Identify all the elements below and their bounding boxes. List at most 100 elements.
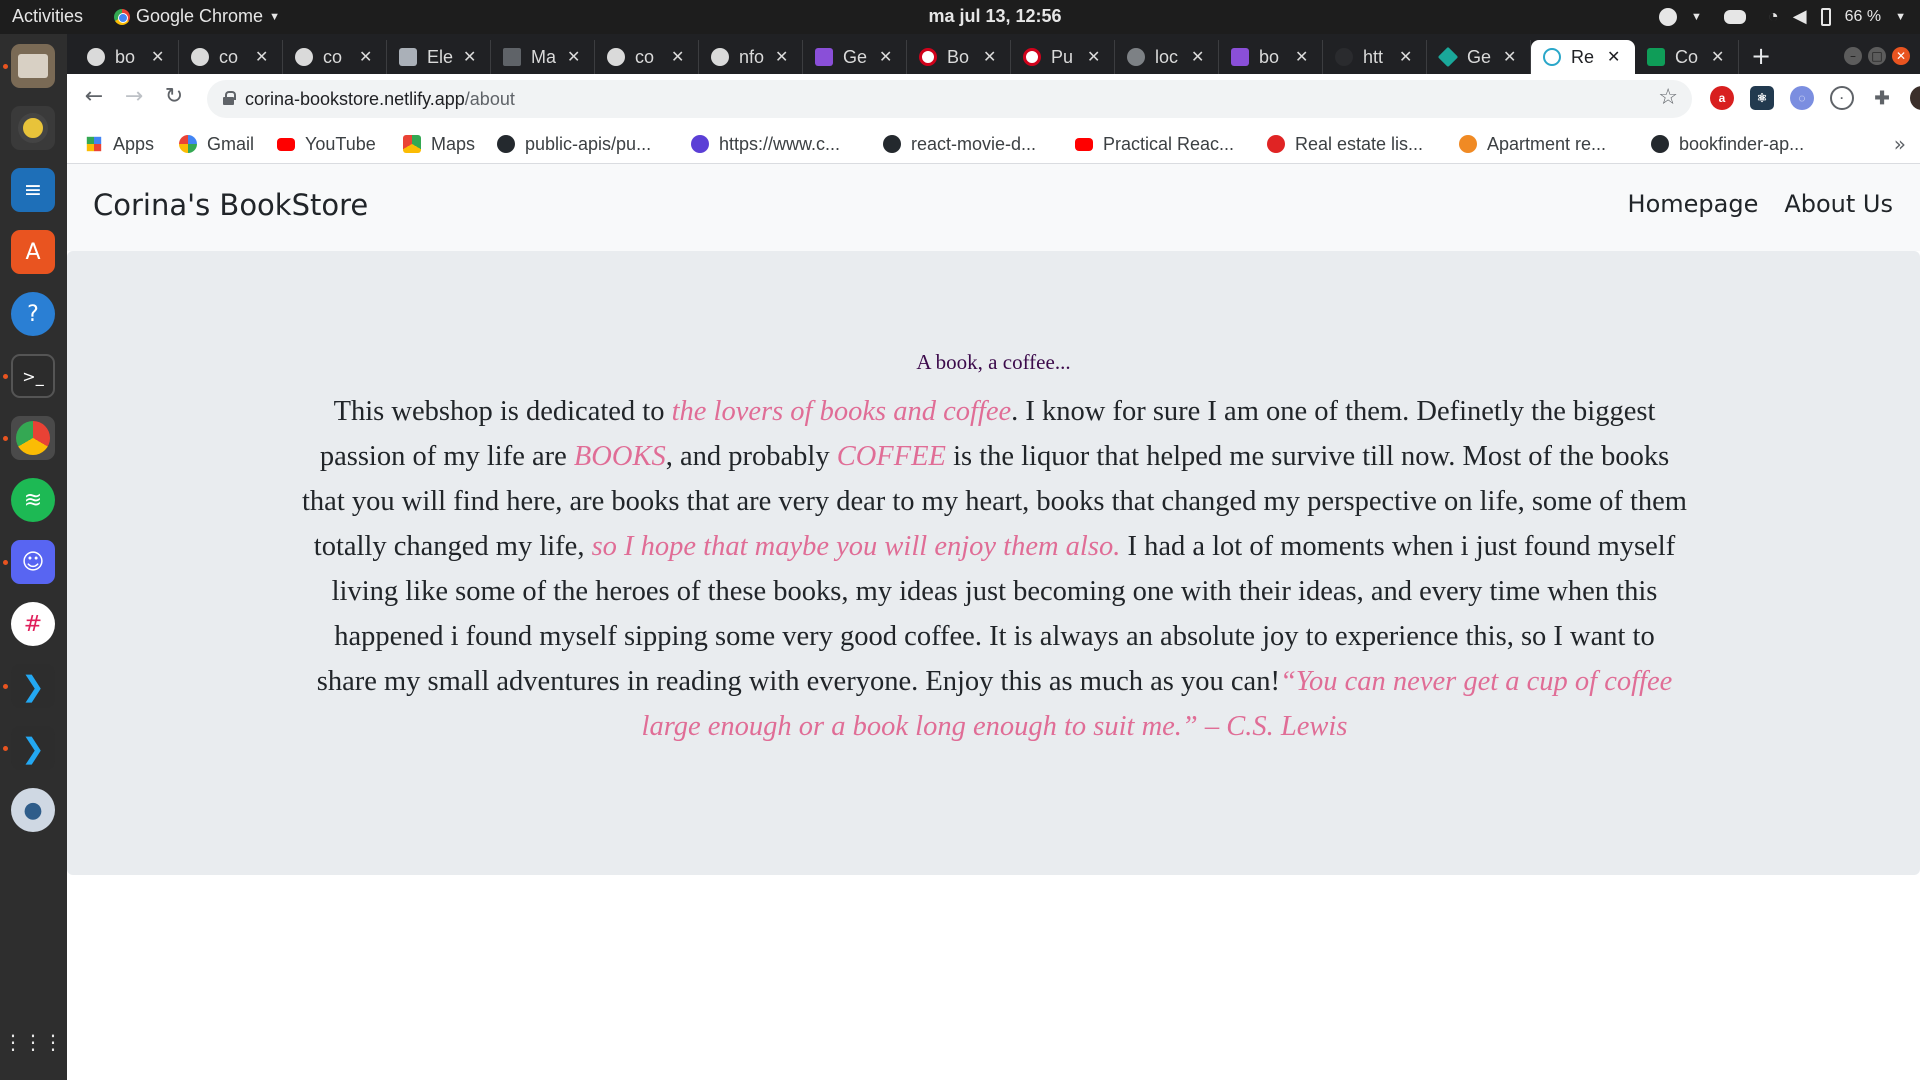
close-icon[interactable]: ✕ — [983, 47, 996, 67]
bookmark-real-estate[interactable]: Real estate lis... — [1267, 130, 1423, 158]
close-icon[interactable]: ✕ — [255, 47, 268, 67]
url-path: /about — [464, 89, 515, 109]
bookmark-label: react-movie-d... — [911, 133, 1037, 154]
browser-tab[interactable]: Ma ✕ — [491, 40, 595, 74]
bookmark-practical-react[interactable]: Practical Reac... — [1075, 130, 1234, 158]
browser-tab[interactable]: nfo ✕ — [699, 40, 803, 74]
browser-tab[interactable]: Ele ✕ — [387, 40, 491, 74]
forward-arrow-icon[interactable]: → — [119, 84, 149, 109]
close-icon[interactable]: ✕ — [359, 47, 372, 67]
puzzle-extensions-icon[interactable]: ✚ — [1870, 86, 1894, 110]
about-highlight: the lovers of books and coffee — [671, 396, 1012, 427]
browser-tab[interactable]: bo ✕ — [1219, 40, 1323, 74]
minimize-button[interactable]: – — [1844, 47, 1862, 65]
nav-link-about-us[interactable]: About Us — [1784, 190, 1893, 218]
help-icon[interactable]: ? — [11, 292, 55, 336]
browser-tab[interactable]: co ✕ — [179, 40, 283, 74]
close-icon[interactable]: ✕ — [671, 47, 684, 67]
extension-swirl-icon[interactable]: ◌ — [1790, 86, 1814, 110]
close-icon[interactable]: ✕ — [463, 47, 476, 67]
rhythmbox-icon[interactable] — [11, 106, 55, 150]
running-indicator — [3, 374, 8, 379]
browser-tab[interactable]: Co ✕ — [1635, 40, 1739, 74]
h-icon — [815, 48, 833, 66]
browser-tab[interactable]: bo ✕ — [75, 40, 179, 74]
adobe-extension-icon[interactable]: a — [1710, 86, 1734, 110]
browser-tab[interactable]: loc ✕ — [1115, 40, 1219, 74]
tab-label: htt — [1363, 46, 1384, 67]
discord-icon[interactable]: ☺ — [11, 540, 55, 584]
close-icon[interactable]: ✕ — [1191, 47, 1204, 67]
status-area[interactable]: ▼ ◔ ◀ 66 % ▼ — [1659, 6, 1906, 27]
vscode-insiders-icon[interactable]: ❯ — [11, 726, 55, 770]
bookmark-bookfinder[interactable]: bookfinder-ap... — [1651, 130, 1804, 158]
bookmark-youtube[interactable]: YouTube — [277, 130, 376, 158]
bookmark-apartment[interactable]: Apartment re... — [1459, 130, 1606, 158]
bookmark-maps[interactable]: Maps — [403, 130, 475, 158]
bookmark-public-apis[interactable]: public-apis/pu... — [497, 130, 651, 158]
chrome-icon[interactable] — [11, 416, 55, 460]
browser-tab[interactable]: Bo ✕ — [907, 40, 1011, 74]
terminal-icon[interactable]: >_ — [11, 354, 55, 398]
web-page: Corina's BookStore Homepage About Us A b… — [67, 164, 1920, 1080]
new-tab-button[interactable]: + — [1751, 42, 1771, 70]
browser-tab[interactable]: Ge ✕ — [803, 40, 907, 74]
software-center-icon[interactable]: A — [11, 230, 55, 274]
browser-tab[interactable]: htt ✕ — [1323, 40, 1427, 74]
pgadmin-elephant-icon[interactable]: ● — [11, 788, 55, 832]
close-icon[interactable]: ✕ — [567, 47, 580, 67]
browser-tab[interactable]: co ✕ — [595, 40, 699, 74]
bookmark-https[interactable]: https://www.c... — [691, 130, 840, 158]
about-subtitle: A book, a coffee... — [916, 350, 1071, 374]
tab-label: Co — [1675, 46, 1699, 67]
reload-icon[interactable]: ↻ — [159, 84, 189, 109]
site-brand[interactable]: Corina's BookStore — [93, 188, 368, 222]
globe-icon — [1127, 48, 1145, 66]
browser-tab[interactable]: co ✕ — [283, 40, 387, 74]
tab-label: co — [323, 46, 343, 67]
avatar[interactable] — [1910, 86, 1920, 110]
blank-icon — [1335, 48, 1353, 66]
close-window-button[interactable]: ✕ — [1892, 47, 1910, 65]
lock-icon[interactable] — [223, 91, 236, 105]
dock: ≡ A ? >_ ≋ ☺ # ❯ ❯ ● ⋮⋮⋮ — [0, 34, 67, 1080]
close-icon[interactable]: ✕ — [1295, 47, 1308, 67]
bookmark-apps[interactable]: Apps — [85, 130, 154, 158]
browser-tab[interactable]: Pu ✕ — [1011, 40, 1115, 74]
bookmark-label: Real estate lis... — [1295, 133, 1424, 154]
url-text[interactable]: corina-bookstore.netlify.app/about — [245, 89, 515, 110]
close-icon[interactable]: ✕ — [151, 47, 164, 67]
close-icon[interactable]: ✕ — [879, 47, 892, 67]
system-top-bar: Activities Google Chrome ▼ ma jul 13, 12… — [0, 0, 1920, 34]
bookmark-react-movie[interactable]: react-movie-d... — [883, 130, 1036, 158]
bookmark-label: Apps — [113, 133, 155, 154]
browser-tab-active[interactable]: Re ✕ — [1531, 40, 1635, 74]
bookmark-gmail[interactable]: Gmail — [179, 130, 254, 158]
close-icon[interactable]: ✕ — [1399, 47, 1412, 67]
nav-link-homepage[interactable]: Homepage — [1628, 190, 1759, 218]
show-apps-grid-icon[interactable]: ⋮⋮⋮ — [3, 1020, 63, 1064]
extension-circle-icon[interactable]: · — [1830, 86, 1854, 110]
close-icon[interactable]: ✕ — [1503, 47, 1516, 67]
files-icon[interactable] — [11, 44, 55, 88]
writer-icon[interactable]: ≡ — [11, 168, 55, 212]
chevron-double-right-icon[interactable]: » — [1894, 132, 1906, 156]
close-icon[interactable]: ✕ — [775, 47, 788, 67]
close-icon[interactable]: ✕ — [1711, 47, 1724, 67]
browser-tab[interactable]: Ge ✕ — [1427, 40, 1531, 74]
close-icon[interactable]: ✕ — [1607, 47, 1620, 67]
close-icon[interactable]: ✕ — [1087, 47, 1100, 67]
chevron-down-icon: ▼ — [1691, 10, 1702, 23]
spotify-icon[interactable]: ≋ — [11, 478, 55, 522]
clock[interactable]: ma jul 13, 12:56 — [0, 6, 1920, 27]
slack-icon[interactable]: # — [11, 602, 55, 646]
back-arrow-icon[interactable]: ← — [79, 84, 109, 109]
maximize-button[interactable]: □ — [1868, 47, 1886, 65]
vscode-icon[interactable]: ❯ — [11, 664, 55, 708]
tab-label: co — [635, 46, 655, 67]
bookmark-star-icon[interactable]: ☆ — [1658, 85, 1678, 110]
address-bar[interactable]: corina-bookstore.netlify.app/about ☆ — [207, 80, 1692, 118]
diamond-icon — [1437, 46, 1459, 68]
react-devtools-icon[interactable]: ⚛ — [1750, 86, 1774, 110]
tab-label: bo — [115, 46, 136, 67]
